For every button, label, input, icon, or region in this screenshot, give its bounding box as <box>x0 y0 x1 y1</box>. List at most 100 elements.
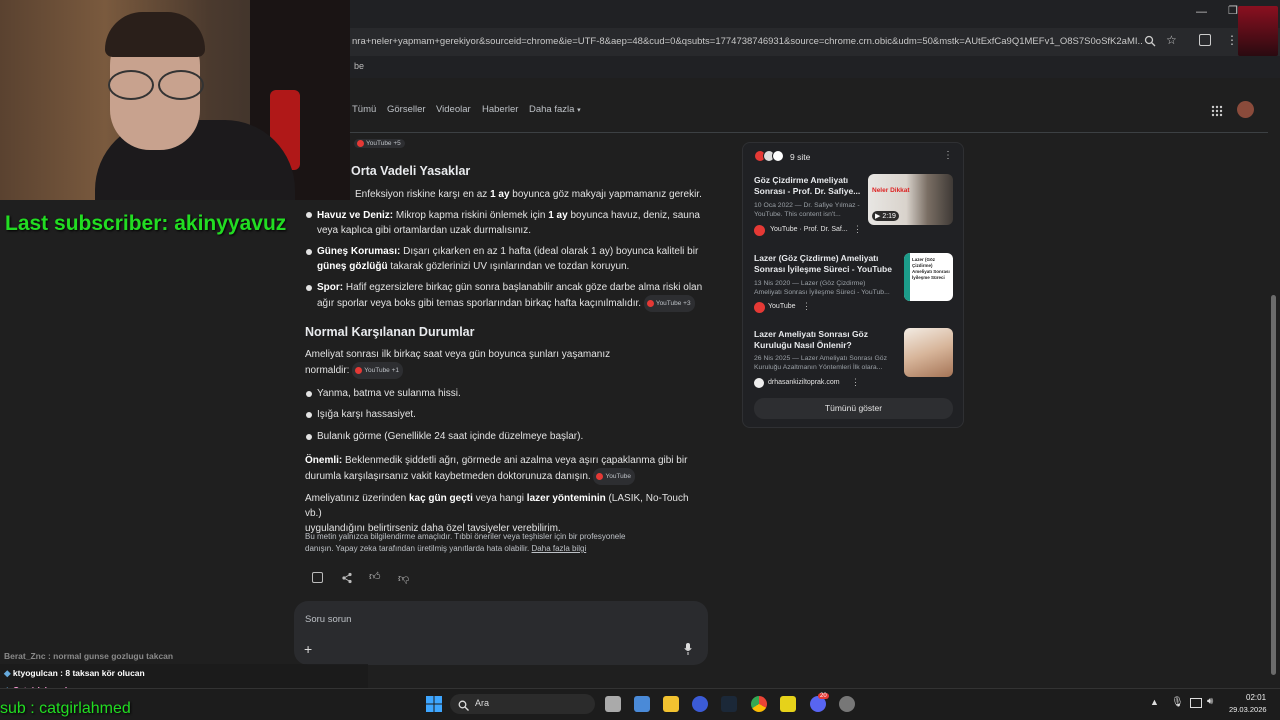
clock-time[interactable]: 02:01 <box>1246 693 1266 702</box>
tab-news[interactable]: Haberler <box>482 104 518 115</box>
ask-followup-box[interactable] <box>294 601 708 665</box>
important-note: Önemli: Beklenmedik şiddetli ağrı, görme… <box>305 453 700 485</box>
tab-images[interactable]: Görseller <box>387 104 426 115</box>
text: 10 Oca 2022 — Dr. Safiye Yılmaz - <box>754 202 860 209</box>
add-icon[interactable]: + <box>304 641 312 657</box>
zoom-icon[interactable] <box>1144 34 1156 47</box>
steam-icon[interactable] <box>721 696 737 712</box>
thumbs-up-icon[interactable]: 👍︎ <box>369 570 381 583</box>
chat-badge-icon: ◆ <box>4 668 11 678</box>
avatar[interactable] <box>1237 101 1254 118</box>
text-bold: kaç gün geçti <box>408 493 473 504</box>
text: boyunca göz makyajı yapmamanız gerekir. <box>509 189 702 200</box>
more-options-icon[interactable]: ⋮ <box>853 224 862 235</box>
chrome-icon[interactable] <box>751 696 767 712</box>
source-title[interactable]: Lazer Ameliyatı Sonrası Göz Kuruluğu Nas… <box>754 329 894 351</box>
chip-label: YouTube +1 <box>364 367 400 374</box>
text-bold: 1 ay <box>548 210 568 221</box>
bookmark-star-icon[interactable]: ☆ <box>1166 33 1177 47</box>
mini-camera-overlay <box>1238 6 1278 56</box>
section-title-normal: Normal Karşılanan Durumlar <box>305 325 475 339</box>
text: Dışarı çıkarken en az 1 hafta (ideal ola… <box>400 246 699 257</box>
app-icon[interactable] <box>692 696 708 712</box>
text-bold: 1 ay <box>490 189 510 200</box>
more-options-icon[interactable]: ⋮ <box>802 301 811 312</box>
webcam-overlay <box>0 0 350 200</box>
source-count[interactable]: 9 site <box>790 152 810 162</box>
tab-all[interactable]: Tümü <box>352 104 376 115</box>
taskbar-search[interactable]: Ara <box>450 694 595 714</box>
minimize-icon[interactable]: — <box>1196 6 1207 18</box>
bullet <box>306 412 312 418</box>
thumbs-down-icon[interactable]: 👎︎ <box>398 572 409 585</box>
chevron-up-icon[interactable]: ▲ <box>1150 697 1159 707</box>
source-site: drhasankiziltoprak.com <box>768 379 840 386</box>
app-icon[interactable] <box>839 696 855 712</box>
source-chip[interactable]: YouTube +1 <box>352 362 404 379</box>
label: Havuz ve Deniz: <box>317 210 394 221</box>
file-explorer-icon[interactable] <box>663 696 679 712</box>
source-favicons <box>754 150 788 163</box>
chat-user: ktyogulcan <box>12 668 58 678</box>
chat-text: : 8 taksan kör olucan <box>57 668 145 678</box>
extensions-icon[interactable] <box>1199 34 1211 46</box>
video-duration: ▶ 2:19 <box>872 211 899 221</box>
more-info-link[interactable]: Daha fazla bilgi <box>532 544 587 553</box>
search-label: Ara <box>475 698 490 708</box>
apps-grid-icon[interactable] <box>1211 104 1223 117</box>
more-options-icon[interactable]: ⋮ <box>943 150 953 161</box>
windows-start-icon[interactable] <box>426 696 442 712</box>
article-thumbnail[interactable] <box>904 328 953 377</box>
copy-icon[interactable] <box>312 572 323 583</box>
task-view-icon[interactable] <box>605 696 621 712</box>
list-item: Spor: Hafif egzersizlere birkaç gün sonr… <box>317 280 712 312</box>
list-item: Yanma, batma ve sulanma hissi. <box>317 388 461 399</box>
text: 13 Nis 2020 — Lazer (Göz Çizdirme) <box>754 280 866 287</box>
microphone-icon[interactable] <box>684 642 692 655</box>
url-text[interactable]: nra+neler+yapmam+gerekiyor&sourceid=chro… <box>352 36 1142 47</box>
source-site: YouTube · Prof. Dr. Saf... <box>770 226 848 233</box>
text: YouTube. This content isn't... <box>754 211 841 218</box>
restore-icon[interactable]: ❐ <box>1228 4 1238 17</box>
share-icon[interactable] <box>341 571 353 584</box>
site-favicon <box>754 378 764 388</box>
show-all-button[interactable]: Tümünü göster <box>754 398 953 419</box>
tab-videos[interactable]: Videolar <box>436 104 471 115</box>
menu-dots-icon[interactable]: ⋮ <box>1226 33 1238 47</box>
volume-icon[interactable]: 🔊︎ <box>1207 696 1213 707</box>
video-thumbnail[interactable]: Neler Dikkat ▶ 2:19 <box>868 174 953 225</box>
text: Ameliyatı Sonrası İyileşme Süreci - YouT… <box>754 289 890 296</box>
tab-more[interactable]: Daha fazla ▾ <box>529 104 581 115</box>
microphone-icon[interactable]: 🎙︎ <box>1171 697 1184 708</box>
clock-date[interactable]: 29.03.2026 <box>1229 705 1267 714</box>
source-chip[interactable]: YouTube +3 <box>643 295 695 312</box>
text-bold: güneş gözlüğü <box>317 261 388 272</box>
text: Enfeksiyon riskine karşı en az <box>355 189 491 200</box>
chip-label: YouTube +5 <box>366 140 401 148</box>
youtube-icon <box>754 225 765 236</box>
calculator-icon[interactable] <box>634 696 650 712</box>
video-thumbnail[interactable]: Lazer (Göz Çizdirme) Ameliyatı Sonrası İ… <box>904 253 953 301</box>
bookmark-item[interactable]: be <box>354 61 364 71</box>
thumbnail-caption: Lazer (Göz Çizdirme) Ameliyatı Sonrası İ… <box>912 257 950 280</box>
notes-icon[interactable] <box>780 696 796 712</box>
source-title[interactable]: Lazer (Göz Çizdirme) Ameliyatı Sonrası İ… <box>754 253 899 275</box>
source-chip[interactable]: YouTube <box>593 468 636 485</box>
ask-input-placeholder[interactable]: Soru sorun <box>305 614 351 625</box>
text: Bu metin yalnızca bilgilendirme amaçlıdı… <box>305 532 626 541</box>
label: Spor: <box>317 282 344 293</box>
network-icon[interactable] <box>1190 698 1202 708</box>
text: Ameliyatınız üzerinden <box>305 493 409 504</box>
text: Kuruluğu Azaltmanın Yöntemleri İlk olara… <box>754 364 883 371</box>
more-options-icon[interactable]: ⋮ <box>851 377 860 388</box>
source-title[interactable]: Göz Çizdirme Ameliyatı Sonrası - Prof. D… <box>754 175 862 197</box>
text: normaldir: <box>305 365 350 377</box>
thumbnail-accent <box>904 253 910 301</box>
text: takarak gözlerinizi UV ışınlarından ve t… <box>387 261 630 272</box>
bullet <box>306 249 312 255</box>
label: Güneş Koruması: <box>317 246 401 257</box>
chat-message: Berat_Znc : normal gunse gozlugu takcan <box>4 651 173 661</box>
thumbnail-caption: Neler Dikkat <box>872 187 910 194</box>
scrollbar-thumb[interactable] <box>1271 295 1276 675</box>
source-desc: 13 Nis 2020 — Lazer (Göz Çizdirme) Ameliy… <box>754 279 902 297</box>
